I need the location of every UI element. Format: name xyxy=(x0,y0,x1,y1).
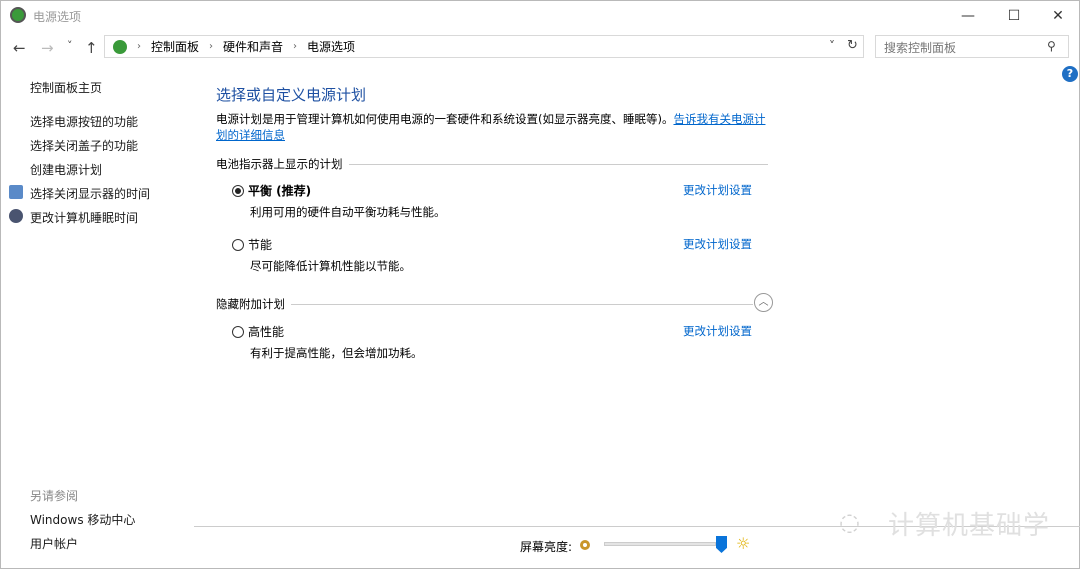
breadcrumb-item[interactable]: 控制面板 xyxy=(151,38,199,55)
moon-icon xyxy=(9,209,23,223)
search-input[interactable]: 搜索控制面板 xyxy=(875,35,1069,58)
section-battery-plans: 电池指示器上显示的计划 xyxy=(216,156,768,172)
close-button[interactable]: ✕ xyxy=(1035,1,1080,31)
wechat-icon: ◌ xyxy=(839,508,860,536)
refresh-button[interactable]: ↻ xyxy=(847,38,858,53)
plan-name[interactable]: 节能 xyxy=(248,236,272,253)
recent-locations-button[interactable]: ˅ xyxy=(67,39,73,52)
section-label: 电池指示器上显示的计划 xyxy=(216,157,343,171)
brightness-label: 屏幕亮度: xyxy=(520,540,573,554)
collapse-chevron-button[interactable]: ︿ xyxy=(754,293,773,312)
see-also-heading: 另请参阅 xyxy=(30,489,79,503)
sidebar-item-lid[interactable]: 选择关闭盖子的功能 xyxy=(30,137,138,154)
up-button[interactable]: ↑ xyxy=(85,39,98,57)
sidebar-item-power-button[interactable]: 选择电源按钮的功能 xyxy=(30,113,138,130)
control-panel-icon xyxy=(113,39,127,54)
forward-button[interactable]: → xyxy=(41,39,54,57)
plan-radio-power-saver[interactable] xyxy=(232,239,244,251)
address-dropdown-button[interactable]: ˅ xyxy=(829,39,835,53)
plan-radio-high-performance[interactable] xyxy=(232,326,244,338)
plan-desc: 利用可用的硬件自动平衡功耗与性能。 xyxy=(250,205,446,219)
breadcrumb-item[interactable]: 硬件和声音 xyxy=(223,38,283,55)
page-description: 电源计划是用于管理计算机如何使用电源的一套硬件和系统设置(如显示器亮度、睡眠等)… xyxy=(216,111,771,143)
back-button[interactable]: ← xyxy=(13,39,26,57)
watermark: 计算机基础学 xyxy=(888,511,1051,541)
sidebar-item-home[interactable]: 控制面板主页 xyxy=(30,79,102,96)
sidebar-item-display-off[interactable]: 选择关闭显示器的时间 xyxy=(30,185,150,202)
help-button[interactable]: ? xyxy=(1062,66,1078,82)
plan-desc: 有利于提高性能，但会增加功耗。 xyxy=(250,346,423,360)
page-title: 选择或自定义电源计划 xyxy=(216,86,367,104)
search-icon[interactable]: ⚲ xyxy=(1047,39,1056,53)
window-title: 电源选项 xyxy=(33,10,82,24)
minimize-button[interactable]: — xyxy=(945,1,991,31)
brightness-slider[interactable] xyxy=(604,542,716,546)
plan-desc: 尽可能降低计算机性能以节能。 xyxy=(250,259,411,273)
mobility-center-link[interactable]: Windows 移动中心 xyxy=(30,511,135,528)
monitor-clock-icon xyxy=(9,185,23,199)
change-plan-settings-link[interactable]: 更改计划设置 xyxy=(683,182,752,198)
user-accounts-link[interactable]: 用户帐户 xyxy=(30,535,78,552)
power-options-icon xyxy=(10,7,26,23)
plan-name[interactable]: 平衡 (推荐) xyxy=(248,182,311,199)
sidebar-item-sleep[interactable]: 更改计算机睡眠时间 xyxy=(30,209,138,226)
breadcrumb-item[interactable]: 电源选项 xyxy=(307,38,355,55)
change-plan-settings-link[interactable]: 更改计划设置 xyxy=(683,323,752,339)
dim-sun-icon xyxy=(580,540,590,550)
section-hidden-plans: 隐藏附加计划 xyxy=(216,296,753,312)
address-bar[interactable]: › 控制面板 › 硬件和声音 › 电源选项 xyxy=(104,35,864,58)
section-label: 隐藏附加计划 xyxy=(216,297,285,311)
plan-name[interactable]: 高性能 xyxy=(248,323,284,340)
change-plan-settings-link[interactable]: 更改计划设置 xyxy=(683,236,752,252)
plan-radio-balanced[interactable] xyxy=(232,185,244,197)
brightness-slider-thumb[interactable] xyxy=(716,536,727,553)
maximize-button[interactable]: ☐ xyxy=(991,1,1037,31)
sidebar-item-create-plan[interactable]: 创建电源计划 xyxy=(30,161,102,178)
bright-sun-icon: ☼ xyxy=(736,534,751,553)
description-text: 电源计划是用于管理计算机如何使用电源的一套硬件和系统设置(如显示器亮度、睡眠等)… xyxy=(216,112,674,126)
